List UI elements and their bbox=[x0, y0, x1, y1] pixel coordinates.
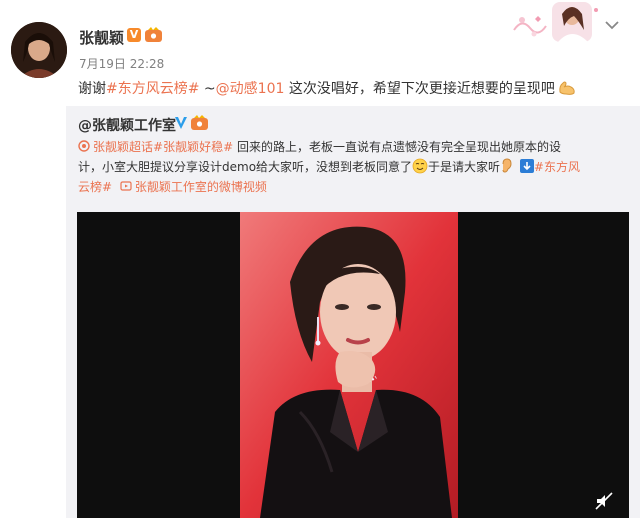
smirk-face-icon bbox=[412, 158, 428, 174]
vip-badge-icon bbox=[191, 115, 208, 130]
super-topic-icon bbox=[78, 140, 90, 152]
flexed-biceps-icon bbox=[559, 81, 575, 95]
repost-text: 张靓颖超话#张靓颖好稳# 回来的路上，老板一直说有点遗憾没有完全呈现出她原本的设… bbox=[78, 137, 630, 197]
mute-icon[interactable] bbox=[595, 492, 613, 510]
verified-icon: V bbox=[127, 28, 141, 42]
ear-icon bbox=[502, 158, 512, 173]
repost-username[interactable]: @张靓颖工作室 bbox=[78, 115, 176, 135]
repost-line2: 计，小室大胆提议分享设计demo给大家听，没想到老板同意了 bbox=[78, 160, 413, 174]
chevron-down-icon[interactable] bbox=[605, 20, 619, 30]
hashtag-link[interactable]: #东方风云榜# bbox=[106, 81, 199, 97]
repost-line1: 回来的路上，老板一直说有点遗憾没有完全呈现出她原本的设 bbox=[233, 140, 561, 154]
video-link-icon bbox=[120, 181, 132, 191]
super-topic-link[interactable]: 张靓颖超话 bbox=[93, 140, 153, 154]
video-link[interactable]: 张靓颖工作室的微博视频 bbox=[135, 180, 267, 194]
post-timestamp[interactable]: 7月19日 22:28 bbox=[79, 55, 164, 72]
post-text-sep: ~ bbox=[199, 81, 216, 97]
hashtag-link[interactable]: #张靓颖好稳# bbox=[153, 140, 233, 154]
post-text-prefix: 谢谢 bbox=[78, 81, 106, 97]
post-text-body: 这次没唱好，希望下次更接近想要的呈现吧 bbox=[284, 81, 555, 97]
hashtag-link[interactable]: #东方风 bbox=[534, 160, 580, 174]
repost-line2-after: 于是请大家听 bbox=[428, 160, 501, 174]
video-thumbnail bbox=[240, 212, 458, 518]
down-arrow-icon bbox=[519, 159, 534, 173]
repost-card: @张靓颖工作室 张靓颖超话#张靓颖好稳# 回来的路上，老板一直说有点遗憾没有完全… bbox=[66, 106, 640, 518]
post-username[interactable]: 张靓颖 bbox=[79, 27, 124, 48]
verified-icon bbox=[175, 117, 187, 129]
vip-badge-icon bbox=[145, 27, 162, 42]
mention-link[interactable]: @动感101 bbox=[216, 81, 285, 97]
hashtag-link-cont[interactable]: 云榜# bbox=[78, 180, 112, 194]
video-player[interactable] bbox=[77, 212, 629, 518]
decorative-card-icon bbox=[513, 2, 598, 42]
avatar[interactable] bbox=[11, 22, 67, 78]
post-text: 谢谢#东方风云榜# ~@动感101 这次没唱好，希望下次更接近想要的呈现吧 bbox=[78, 78, 577, 98]
